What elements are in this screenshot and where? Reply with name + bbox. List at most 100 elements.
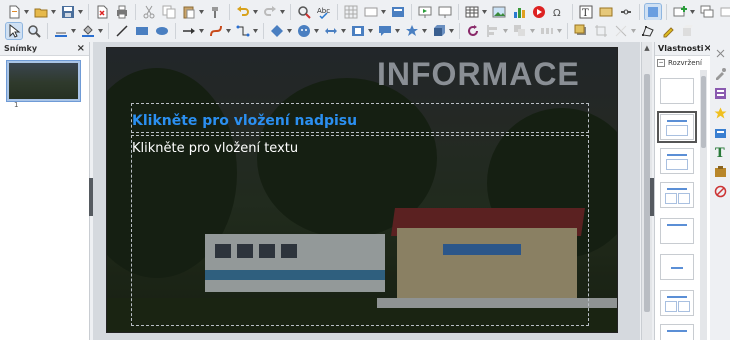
flowchart-dropdown-icon[interactable] (368, 23, 373, 39)
clone-formatting-icon[interactable] (208, 4, 224, 20)
basic-shapes-dropdown-icon[interactable] (287, 23, 292, 39)
zoom-icon[interactable] (26, 23, 42, 39)
layout-blank[interactable] (660, 78, 694, 104)
new-dropdown-icon[interactable] (24, 4, 29, 20)
layout-centered-text[interactable] (660, 254, 694, 280)
3d-objects-icon[interactable] (431, 23, 447, 39)
media-icon[interactable] (531, 4, 547, 20)
find-replace-icon[interactable] (296, 4, 312, 20)
presenter-icon[interactable] (437, 4, 453, 20)
line-icon[interactable] (114, 23, 130, 39)
stars-dropdown-icon[interactable] (422, 23, 427, 39)
distribute-icon[interactable] (539, 23, 555, 39)
lines-arrows-icon[interactable] (181, 23, 197, 39)
line-color-icon[interactable] (53, 23, 69, 39)
cut-icon[interactable] (141, 4, 157, 20)
block-arrows-dropdown-icon[interactable] (341, 23, 346, 39)
arrange-icon[interactable] (512, 23, 528, 39)
content-placeholder-text[interactable]: Klikněte pro vložení textu (132, 141, 298, 156)
layout-more[interactable] (660, 324, 694, 340)
grid-icon[interactable] (343, 4, 359, 20)
new-icon[interactable] (6, 4, 22, 20)
slide-transition-icon[interactable] (713, 86, 727, 100)
layout-title-only[interactable] (660, 148, 694, 174)
styles-icon[interactable]: T (713, 144, 727, 158)
save-dropdown-icon[interactable] (78, 4, 83, 20)
content-placeholder-box[interactable] (131, 135, 589, 326)
layout-two-content-title[interactable] (660, 290, 694, 316)
lines-arrows-dropdown-icon[interactable] (199, 23, 204, 39)
new-slide-icon[interactable] (672, 4, 688, 20)
table-dropdown-icon[interactable] (482, 4, 487, 20)
arrange-dropdown-icon[interactable] (530, 23, 535, 39)
paste-dropdown-icon[interactable] (199, 4, 204, 20)
align-icon[interactable] (485, 23, 501, 39)
paste-icon[interactable] (181, 4, 197, 20)
image-icon[interactable] (491, 4, 507, 20)
open-dropdown-icon[interactable] (51, 4, 56, 20)
print-icon[interactable] (114, 4, 130, 20)
views-dropdown-icon[interactable] (381, 4, 386, 20)
undo-icon[interactable] (235, 4, 251, 20)
scroll-up-arrow-icon[interactable]: ▲ (643, 44, 651, 52)
redo-dropdown-icon[interactable] (280, 4, 285, 20)
basic-shapes-icon[interactable] (269, 23, 285, 39)
navigator-icon[interactable] (713, 184, 727, 198)
ellipse-icon[interactable] (154, 23, 170, 39)
save-icon[interactable] (60, 4, 76, 20)
master-slides-icon[interactable] (713, 126, 727, 140)
fontwork-icon[interactable] (598, 4, 614, 20)
layouts-section-header[interactable]: − Rozvržení (657, 59, 702, 67)
align-dropdown-icon[interactable] (503, 23, 508, 39)
symbol-shapes-icon[interactable] (296, 23, 312, 39)
distribute-dropdown-icon[interactable] (557, 23, 562, 39)
master-slide-icon[interactable] (390, 4, 406, 20)
toggle-extrusion-icon[interactable] (680, 23, 696, 39)
title-placeholder-text[interactable]: Klikněte pro vložení nadpisu (132, 113, 357, 129)
properties-tab-icon[interactable] (713, 66, 727, 80)
hyperlink-icon[interactable] (618, 4, 634, 20)
text-box-icon[interactable]: T (578, 4, 594, 20)
select-icon[interactable] (5, 22, 23, 40)
gallery-icon[interactable] (713, 164, 727, 178)
display-views-icon[interactable] (363, 4, 379, 20)
layout-title-centered[interactable] (660, 218, 694, 244)
connectors-icon[interactable] (235, 23, 251, 39)
rotate-icon[interactable] (465, 23, 481, 39)
3d-objects-dropdown-icon[interactable] (449, 23, 454, 39)
glue-points-icon[interactable] (660, 23, 676, 39)
layout-two-content[interactable] (660, 182, 694, 208)
flowchart-icon[interactable] (350, 23, 366, 39)
curves-dropdown-icon[interactable] (226, 23, 231, 39)
slide-thumbnail[interactable] (6, 60, 81, 102)
chart-icon[interactable] (511, 4, 527, 20)
undo-dropdown-icon[interactable] (253, 4, 258, 20)
new-slide-dropdown-icon[interactable] (690, 4, 695, 20)
special-character-icon[interactable]: Ω (551, 4, 567, 20)
line-color-dropdown-icon[interactable] (71, 23, 76, 39)
filter-dropdown-icon[interactable] (631, 23, 636, 39)
fill-color-icon[interactable] (80, 23, 96, 39)
filter-icon[interactable] (613, 23, 629, 39)
custom-animation-icon[interactable] (713, 106, 727, 120)
connectors-dropdown-icon[interactable] (253, 23, 258, 39)
delete-slide-icon[interactable] (719, 4, 730, 20)
redo-icon[interactable] (262, 4, 278, 20)
curves-icon[interactable] (208, 23, 224, 39)
shadow-icon[interactable] (573, 23, 589, 39)
start-presentation-icon[interactable] (417, 4, 433, 20)
points-icon[interactable] (640, 23, 656, 39)
copy-icon[interactable] (161, 4, 177, 20)
duplicate-slide-icon[interactable] (699, 4, 715, 20)
show-draw-functions-icon[interactable] (644, 3, 662, 21)
slides-panel-close-icon[interactable]: × (77, 43, 85, 54)
spelling-icon[interactable]: Abc (316, 4, 332, 20)
properties-panel-scrollbar[interactable] (700, 70, 707, 340)
export-pdf-icon[interactable] (94, 4, 110, 20)
callouts-dropdown-icon[interactable] (395, 23, 400, 39)
layout-title-content[interactable] (657, 111, 697, 143)
collapse-icon[interactable]: − (657, 59, 665, 67)
fill-color-dropdown-icon[interactable] (98, 23, 103, 39)
symbol-shapes-dropdown-icon[interactable] (314, 23, 319, 39)
slide-canvas[interactable]: INFORMACE Klikněte pro vložení nadpisu K… (106, 47, 618, 333)
